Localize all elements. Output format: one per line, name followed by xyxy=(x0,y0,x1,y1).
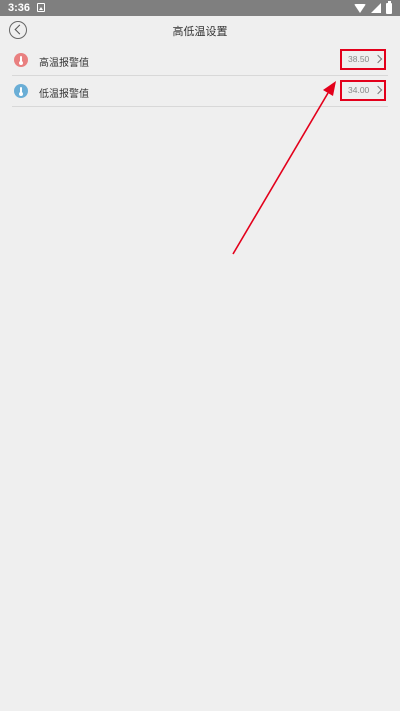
annotation-arrow-head xyxy=(323,81,336,96)
screen: 3:36 高低温设置 高温报警值 38.50 低温报警值 34.00 xyxy=(0,0,400,711)
annotation-arrow-line xyxy=(232,92,329,255)
annotation-arrow xyxy=(232,81,336,255)
